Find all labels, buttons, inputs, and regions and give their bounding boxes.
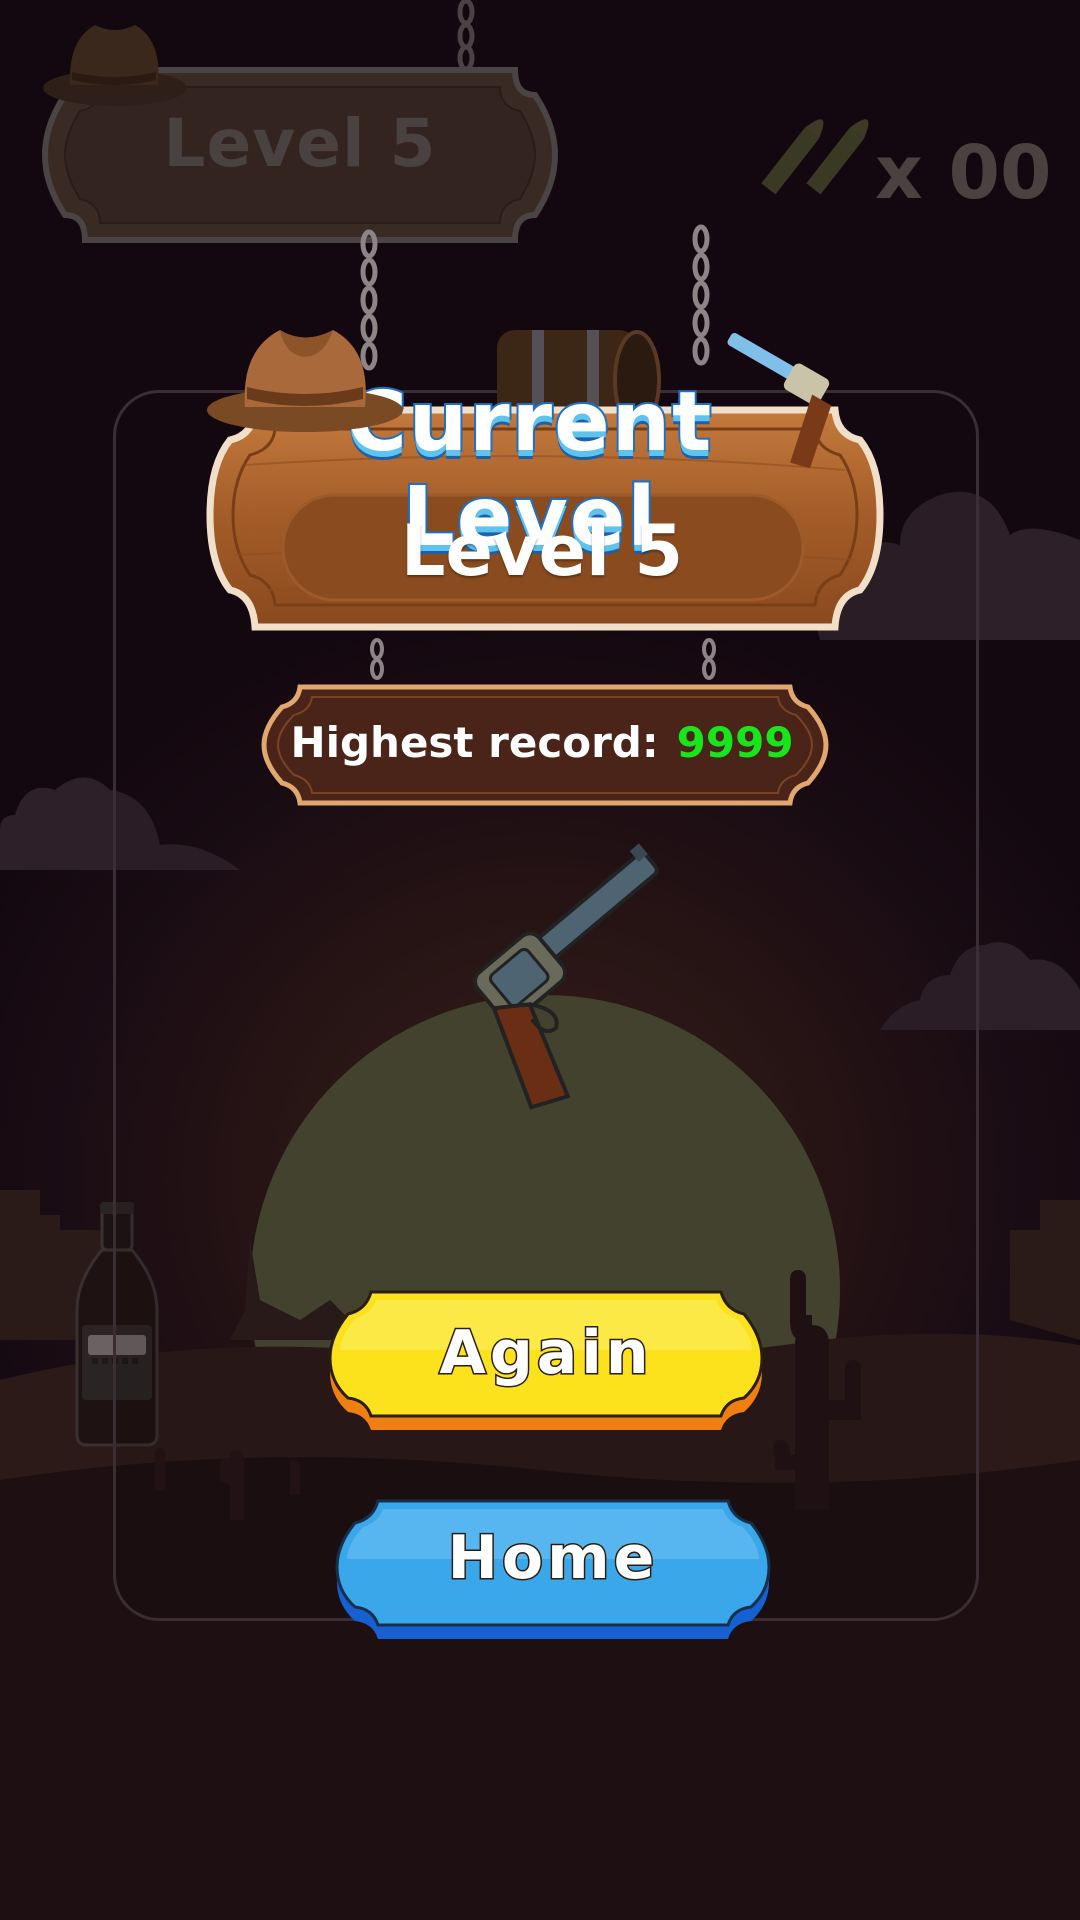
hud-level-label: Level 5: [163, 105, 437, 182]
ammo-count: x 00: [875, 130, 1052, 216]
chain-decoration: [370, 638, 384, 680]
chain-decoration: [702, 638, 716, 680]
bullet-icon: [761, 119, 869, 195]
current-level-label: Level 5: [400, 510, 684, 592]
record-label: Highest record:: [290, 718, 659, 767]
highest-record: Highest record: 9999: [262, 718, 822, 767]
chain-decoration: [457, 0, 475, 72]
cowboy-hat-icon: [207, 330, 403, 432]
cowboy-hat-icon: [43, 25, 187, 106]
game-screen: Level 5 x 00 Current Level Level 5 Highe…: [0, 0, 1080, 1920]
revolver-icon: [473, 843, 659, 1110]
again-button[interactable]: [326, 1288, 766, 1433]
home-button[interactable]: [333, 1497, 773, 1642]
revolver-icon: [727, 332, 832, 469]
record-value: 9999: [676, 718, 794, 767]
chain-decoration: [692, 224, 710, 366]
